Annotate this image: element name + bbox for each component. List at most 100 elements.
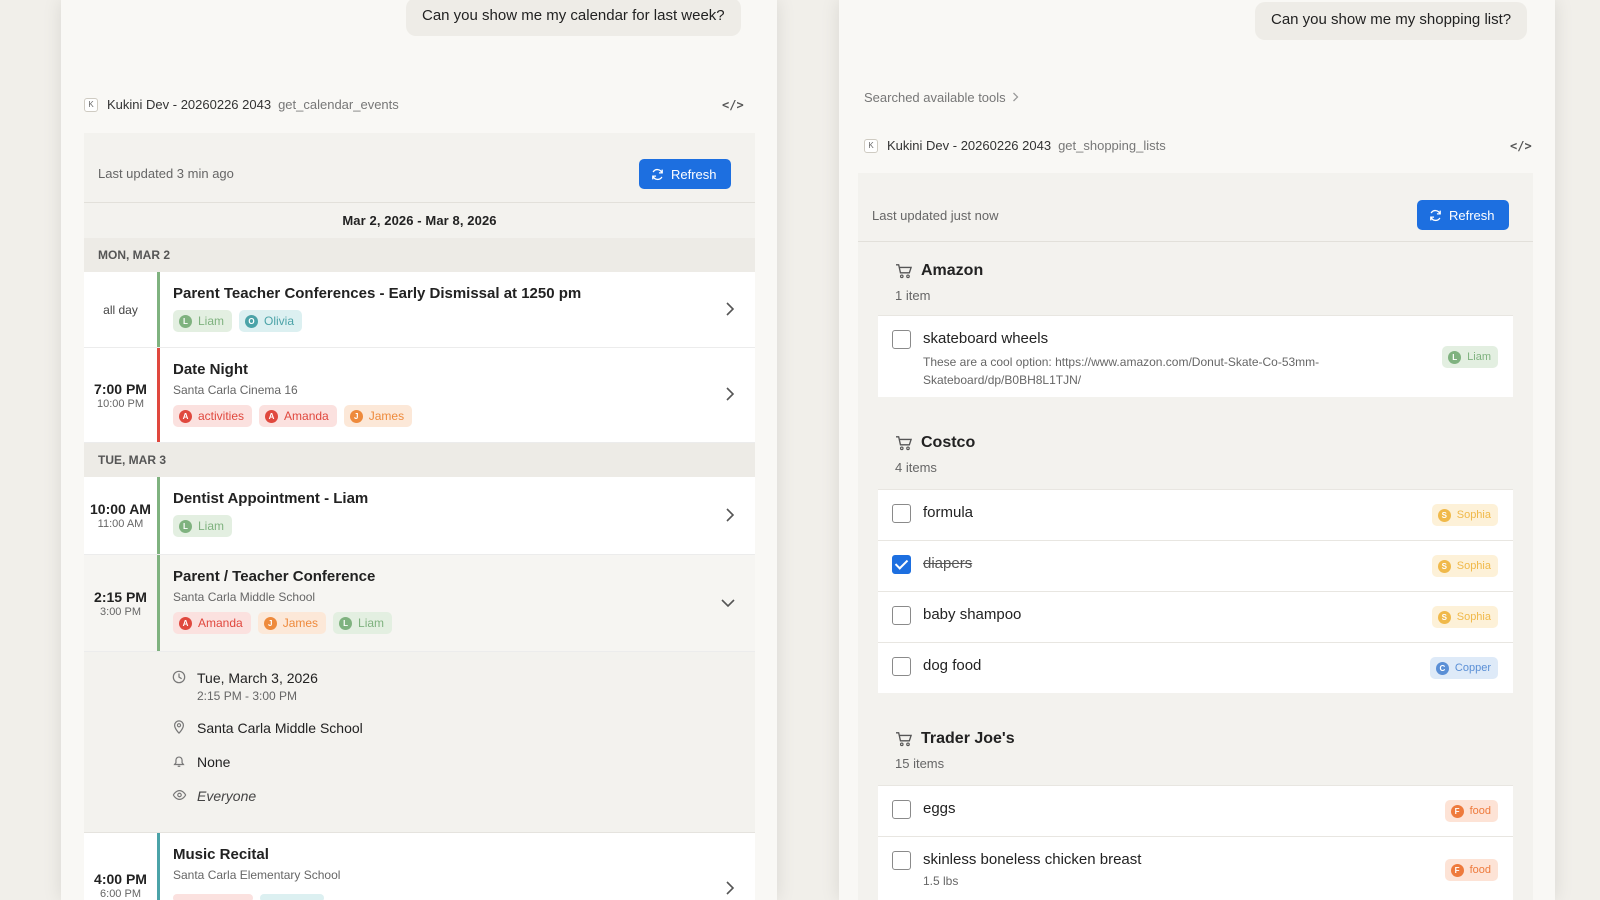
detail-location-text: Santa Carla Middle School [197, 720, 363, 736]
item-checkbox[interactable] [892, 800, 911, 819]
last-updated-text: Last updated just now [872, 208, 999, 223]
item-description: These are a cool option: https://www.ama… [923, 355, 1320, 387]
server-badge: K [84, 97, 98, 112]
tag-label: Sophia [1456, 611, 1491, 623]
event-row[interactable]: 7:00 PM 10:00 PM Date Night Santa Carla C… [84, 348, 755, 443]
code-icon[interactable]: </> [1510, 139, 1532, 153]
cart-icon [896, 436, 913, 451]
item-checkbox[interactable] [892, 657, 911, 676]
chevron-right-icon[interactable] [725, 880, 735, 898]
event-time-main: 4:00 PM [94, 871, 147, 887]
list-header: Costco 4 items [878, 397, 1513, 489]
event-time-end: 11:00 AM [97, 518, 144, 530]
shopping-list-costco: Costco 4 items formula S Sophia diapers S… [858, 397, 1533, 693]
tag-label: Copper [1454, 662, 1491, 674]
code-icon[interactable]: </> [722, 98, 744, 112]
event-details: Tue, March 3, 2026 2:15 PM - 3:00 PM Sant… [84, 652, 755, 833]
last-updated-text: Last updated 3 min ago [98, 166, 234, 181]
event-time: 2:15 PM 3:00 PM [84, 555, 157, 651]
cart-icon [896, 264, 913, 279]
item-checkbox[interactable] [892, 851, 911, 870]
item-tag: Ffood [1444, 859, 1498, 881]
item-tag: C Copper [1429, 657, 1498, 679]
item-checkbox[interactable] [892, 606, 911, 625]
tag-amanda: A Amanda [173, 612, 251, 634]
item-name: baby shampoo [923, 606, 1022, 623]
item-name: skateboard wheels [923, 330, 1049, 347]
event-title: Music Recital [173, 846, 269, 863]
event-time-main: 7:00 PM [94, 380, 147, 397]
tag-partial [260, 894, 324, 900]
tag-initial: S [1437, 610, 1451, 624]
chevron-right-icon [1012, 91, 1019, 105]
tool-call-header[interactable]: K Kukini Dev - 20260226 2043 get_shoppin… [864, 138, 1166, 153]
day-header: MON, MAR 2 [84, 238, 755, 272]
event-row[interactable]: 10:00 AM 11:00 AM Dentist Appointment - L… [84, 477, 755, 555]
item-quantity: 1.5 lbs [923, 874, 959, 888]
tag-initial: A [265, 409, 279, 423]
chevron-right-icon[interactable] [725, 387, 735, 404]
item-tag: L Liam [1442, 346, 1498, 368]
chevron-down-icon[interactable] [721, 595, 735, 611]
refresh-icon [652, 168, 663, 180]
update-bar: Last updated just now Refresh [858, 173, 1533, 242]
item-tag: Ffood [1444, 800, 1498, 822]
tag-liam: L Liam [333, 612, 393, 634]
item-checkbox-checked[interactable] [892, 555, 911, 574]
event-time: all day [84, 272, 157, 347]
shopping-widget: Last updated just now Refresh Amazon 1 i… [858, 173, 1533, 900]
event-row[interactable]: 4:00 PM 6:00 PM Music Recital Santa Carla… [84, 833, 755, 900]
tag-initial: L [1448, 350, 1462, 364]
searched-tools-toggle[interactable]: Searched available tools [864, 90, 1019, 105]
eye-icon [172, 788, 187, 805]
tool-server-name: Kukini Dev - 20260226 2043 [887, 138, 1052, 153]
shopping-list-trader-joes: Trader Joe's 15 items eggs Ffood skinles… [858, 693, 1533, 900]
bell-icon [172, 754, 186, 771]
list-name: Costco [921, 434, 976, 451]
item-tag: S Sophia [1431, 555, 1498, 577]
item-checkbox[interactable] [892, 504, 911, 523]
tag-label: Liam [198, 519, 225, 533]
item-tag: S Sophia [1431, 504, 1498, 526]
event-row-expanded[interactable]: 2:15 PM 3:00 PM Parent / Teacher Conferen… [84, 555, 755, 652]
tag-initial: J [263, 616, 277, 630]
event-time: 4:00 PM 6:00 PM [84, 833, 157, 900]
tag-label: Liam [198, 314, 225, 328]
location-pin-icon [172, 720, 186, 737]
update-bar: Last updated 3 min ago Refresh [84, 133, 755, 203]
item-name: skinless boneless chicken breast [923, 851, 1142, 868]
tool-server-name: Kukini Dev - 20260226 2043 [107, 97, 272, 112]
refresh-label: Refresh [671, 166, 717, 182]
shopping-list-amazon: Amazon 1 item skateboard wheels These ar… [858, 242, 1533, 397]
detail-time: 2:15 PM - 3:00 PM [197, 689, 298, 703]
detail-datetime: Tue, March 3, 2026 2:15 PM - 3:00 PM [172, 670, 755, 703]
event-time: 10:00 AM 11:00 AM [84, 477, 157, 554]
user-message: Can you show me my shopping list? [1255, 2, 1528, 40]
tag-label: Olivia [264, 314, 295, 328]
chevron-right-icon[interactable] [725, 301, 735, 319]
refresh-button[interactable]: Refresh [639, 159, 731, 189]
tag-initial: A [179, 409, 192, 423]
item-name: formula [923, 504, 974, 521]
event-title: Parent / Teacher Conference [173, 568, 376, 585]
detail-visibility-text: Everyone [197, 788, 257, 804]
shopping-chat-panel: Can you show me my shopping list? Search… [839, 0, 1555, 900]
tag-james: J James [343, 405, 413, 427]
tool-call-header[interactable]: K Kukini Dev - 20260226 2043 get_calenda… [84, 97, 399, 112]
tag-amanda: A Amanda [259, 405, 337, 427]
event-title: Dentist Appointment - Liam [173, 490, 369, 507]
tag-initial: S [1437, 508, 1451, 522]
tag-initial: F [1450, 863, 1464, 877]
event-row[interactable]: all day Parent Teacher Conferences - Ear… [84, 272, 755, 348]
list-name: Trader Joe's [921, 730, 1015, 747]
tag-label: Sophia [1456, 560, 1491, 572]
tag-label: food [1469, 805, 1491, 817]
item-checkbox[interactable] [892, 330, 911, 349]
tag-activities: Aactivities [173, 405, 253, 427]
date-range: Mar 2, 2026 - Mar 8, 2026 [342, 213, 497, 228]
chevron-right-icon[interactable] [725, 507, 735, 525]
tag-initial: S [1437, 559, 1451, 573]
event-time-end: 10:00 PM [96, 397, 145, 410]
list-count: 4 items [895, 460, 937, 475]
refresh-button[interactable]: Refresh [1417, 200, 1509, 230]
